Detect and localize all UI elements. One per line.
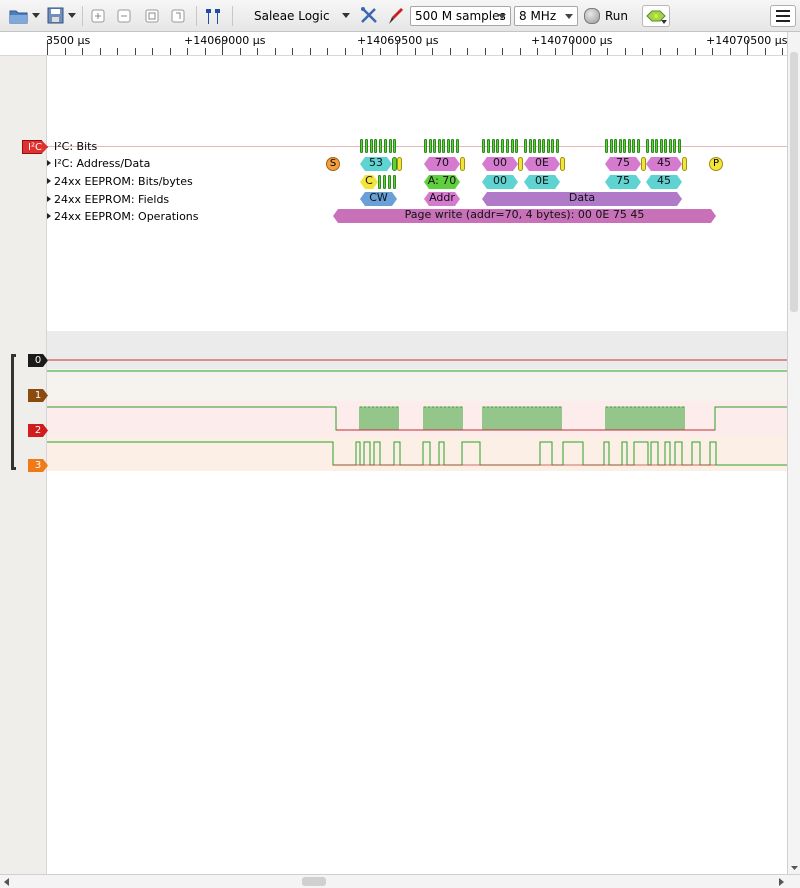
horizontal-scrollbar[interactable] <box>0 874 800 888</box>
scroll-down-arrow-icon[interactable] <box>789 864 800 872</box>
scroll-right-arrow-icon[interactable] <box>776 877 786 887</box>
vertical-scrollbar[interactable] <box>787 32 800 874</box>
horizontal-scroll-thumb[interactable] <box>302 877 326 886</box>
waveform-canvas[interactable] <box>0 0 787 874</box>
scroll-left-arrow-icon[interactable] <box>2 877 12 887</box>
channel-3-trace <box>47 441 787 466</box>
channel-2-trace <box>47 406 787 431</box>
vertical-scroll-thumb[interactable] <box>790 52 798 312</box>
